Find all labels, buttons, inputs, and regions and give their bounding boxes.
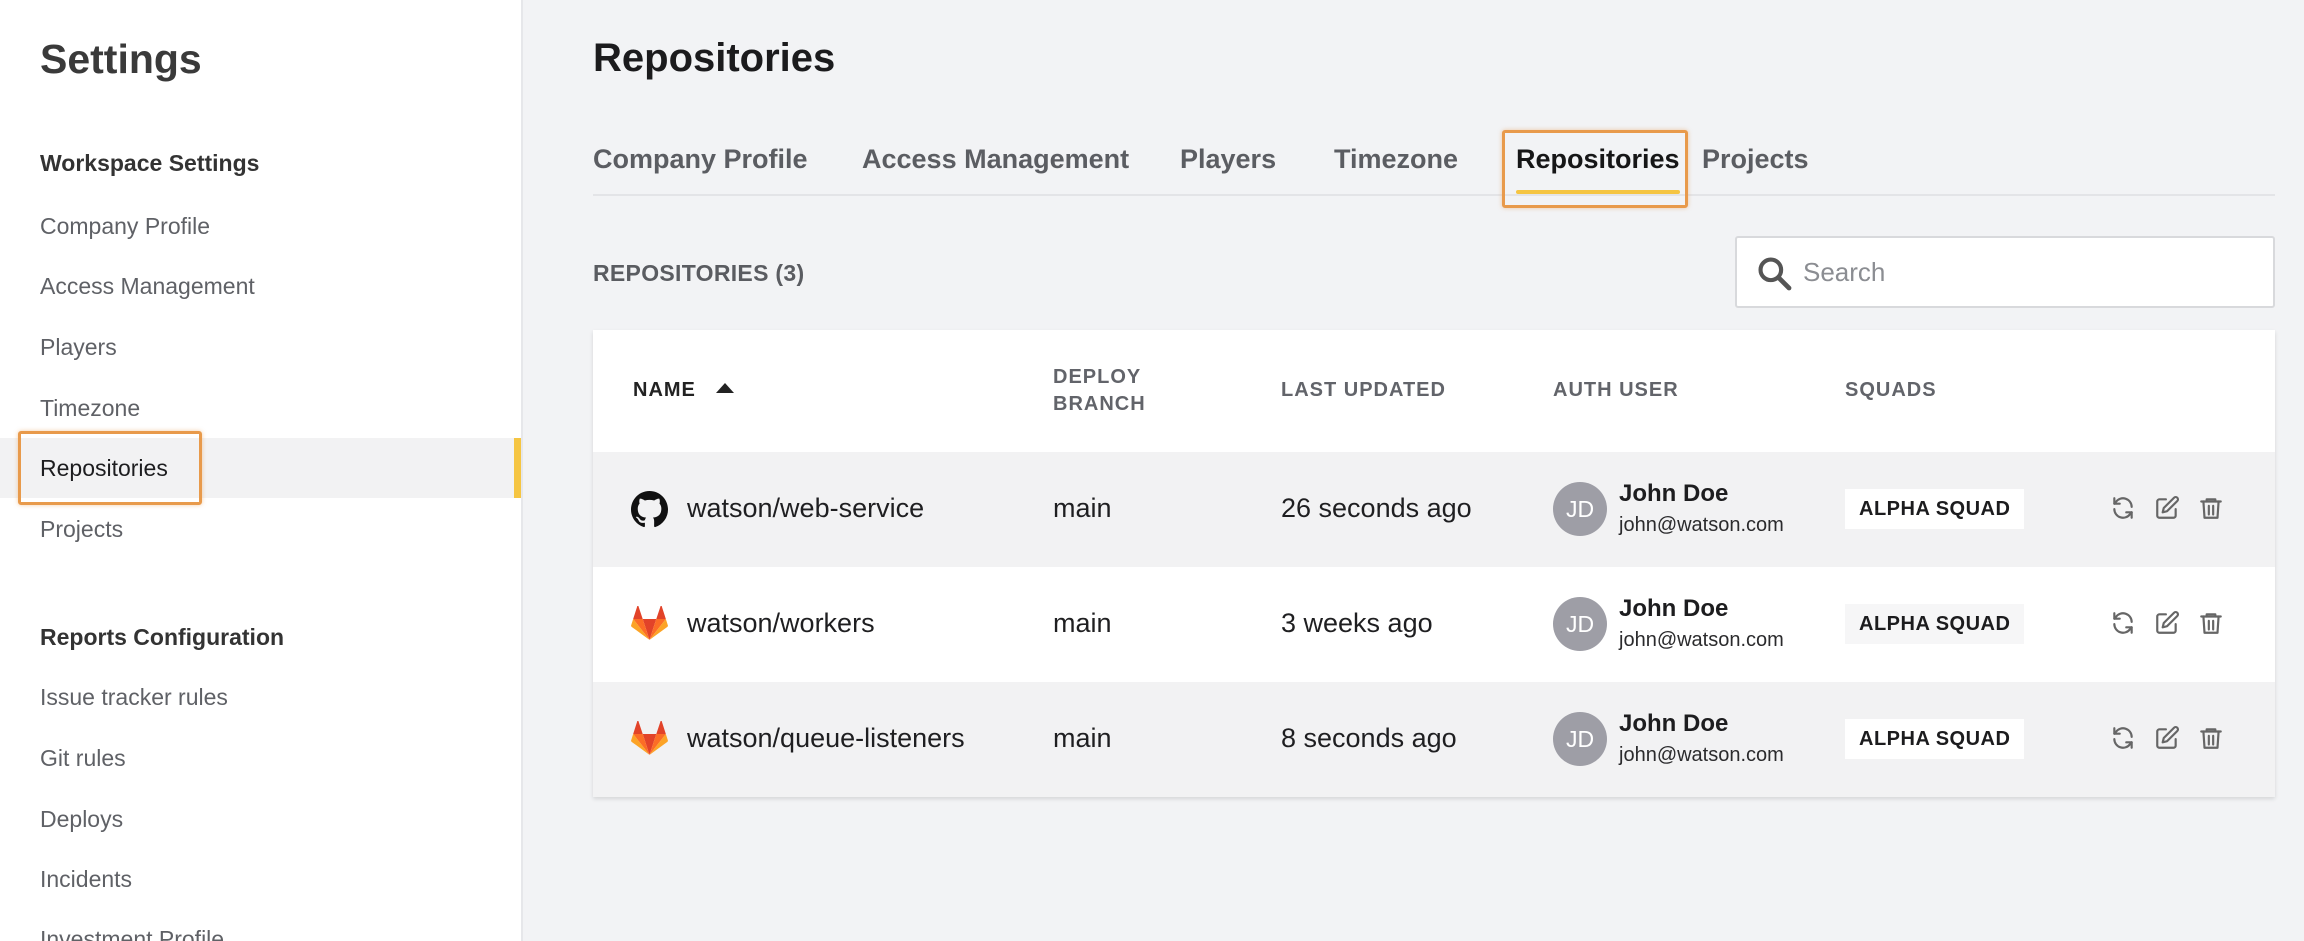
delete-icon[interactable] (2198, 609, 2224, 637)
auth-user-name: John Doe (1619, 480, 1729, 507)
tab-access-management[interactable]: Access Management (862, 144, 1129, 175)
squad-badge: ALPHA SQUAD (1845, 489, 2025, 529)
table-row[interactable]: watson/workers main 3 weeks ago JD John … (593, 567, 2275, 682)
sidebar-item-players[interactable]: Players (0, 317, 521, 377)
sidebar-section-reports-configuration: Reports Configuration (40, 624, 285, 650)
sort-ascending-icon (715, 382, 734, 393)
deploy-branch: main (1053, 493, 1112, 523)
sync-icon[interactable] (2110, 609, 2136, 637)
tab-timezone[interactable]: Timezone (1334, 144, 1458, 175)
search-icon (1758, 257, 1792, 291)
sidebar-item-repositories[interactable]: Repositories (0, 431, 521, 505)
column-header-label: BRANCH (1053, 393, 1146, 415)
sidebar-item-projects[interactable]: Projects (0, 499, 521, 559)
last-updated: 3 weeks ago (1281, 608, 1433, 638)
column-header-squads: SQUADS (1845, 379, 1937, 401)
tab-projects[interactable]: Projects (1702, 144, 1809, 175)
settings-tabs: Company Profile Access Management Player… (593, 128, 2275, 208)
column-header-label: DEPLOY (1053, 366, 1142, 388)
auth-user-email: john@watson.com (1619, 629, 1784, 651)
last-updated: 26 seconds ago (1281, 493, 1472, 523)
repositories-count: REPOSITORIES (3) (593, 260, 805, 286)
tab-players[interactable]: Players (1180, 144, 1276, 175)
column-header-last-updated: LAST UPDATED (1281, 379, 1446, 401)
highlight-box (18, 431, 202, 505)
table-row[interactable]: watson/web-service main 26 seconds ago J… (593, 452, 2275, 567)
squad-badge: ALPHA SQUAD (1845, 719, 2025, 759)
auth-user-name: John Doe (1619, 710, 1729, 737)
sidebar-section-workspace-settings: Workspace Settings (40, 150, 260, 176)
sidebar-item-timezone[interactable]: Timezone (0, 378, 521, 438)
delete-icon[interactable] (2198, 494, 2224, 522)
avatar: JD (1553, 597, 1607, 651)
column-header-name[interactable]: NAME (633, 377, 734, 404)
sidebar-item-git-rules[interactable]: Git rules (0, 728, 521, 788)
active-indicator (514, 438, 521, 498)
gitlab-icon (631, 606, 668, 640)
avatar: JD (1553, 712, 1607, 766)
column-header-label: NAME (633, 379, 696, 401)
search-input[interactable] (1803, 250, 2243, 294)
page-title: Repositories (593, 36, 836, 80)
edit-icon[interactable] (2154, 609, 2180, 637)
edit-icon[interactable] (2154, 494, 2180, 522)
edit-icon[interactable] (2154, 724, 2180, 752)
main-content: Repositories Company Profile Access Mana… (525, 0, 2304, 941)
sidebar-item-deploys[interactable]: Deploys (0, 789, 521, 849)
auth-user-email: john@watson.com (1619, 744, 1784, 766)
sidebar-item-investment-profile[interactable]: Investment Profile (0, 909, 521, 941)
sidebar-item-incidents[interactable]: Incidents (0, 849, 521, 909)
sidebar-item-access-management[interactable]: Access Management (0, 256, 521, 316)
repo-name[interactable]: watson/workers (687, 608, 875, 639)
table-row[interactable]: watson/queue-listeners main 8 seconds ag… (593, 682, 2275, 797)
deploy-branch: main (1053, 723, 1112, 753)
repo-name[interactable]: watson/queue-listeners (687, 723, 965, 754)
sync-icon[interactable] (2110, 724, 2136, 752)
table-header: NAME DEPLOY BRANCH LAST UPDATED AUTH USE… (593, 330, 2275, 452)
highlight-box (1502, 130, 1688, 208)
settings-sidebar: Settings Workspace Settings Company Prof… (0, 0, 523, 941)
sidebar-item-issue-tracker-rules[interactable]: Issue tracker rules (0, 667, 521, 727)
tab-company-profile[interactable]: Company Profile (593, 144, 808, 175)
gitlab-icon (631, 721, 668, 755)
sync-icon[interactable] (2110, 494, 2136, 522)
github-icon (631, 491, 668, 528)
auth-user-email: john@watson.com (1619, 514, 1784, 536)
avatar: JD (1553, 482, 1607, 536)
column-header-auth-user: AUTH USER (1553, 379, 1679, 401)
sidebar-title: Settings (40, 36, 202, 82)
deploy-branch: main (1053, 608, 1112, 638)
repo-name[interactable]: watson/web-service (687, 493, 924, 524)
last-updated: 8 seconds ago (1281, 723, 1457, 753)
repositories-table: NAME DEPLOY BRANCH LAST UPDATED AUTH USE… (593, 330, 2275, 797)
column-header-deploy-branch: DEPLOY BRANCH (1053, 364, 1146, 418)
search-box[interactable] (1735, 236, 2275, 308)
auth-user-name: John Doe (1619, 595, 1729, 622)
delete-icon[interactable] (2198, 724, 2224, 752)
squad-badge: ALPHA SQUAD (1845, 604, 2025, 644)
sidebar-item-company-profile[interactable]: Company Profile (0, 196, 521, 256)
